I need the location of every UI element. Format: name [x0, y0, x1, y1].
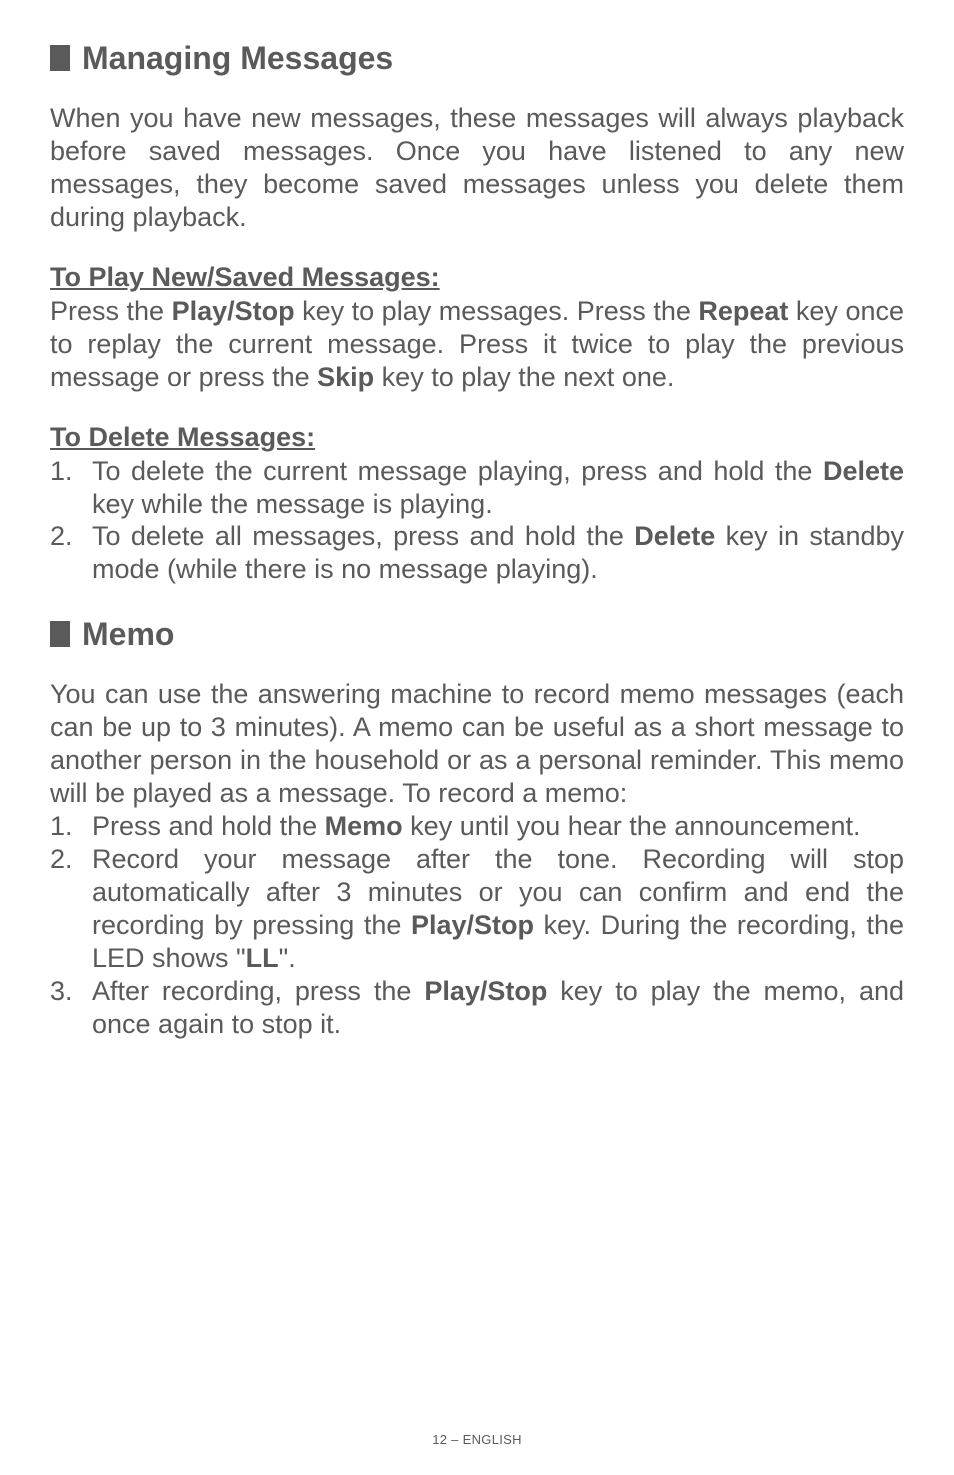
- sub-heading-play: To Play New/Saved Messages:: [50, 262, 904, 293]
- text-fragment: key to play messages. Press the: [295, 296, 699, 326]
- list-item: 2. To delete all messages, press and hol…: [50, 520, 904, 586]
- section-bullet-icon: [50, 621, 70, 647]
- key-label-play-stop: Play/Stop: [411, 910, 534, 940]
- list-number: 2.: [50, 520, 73, 553]
- sub-heading-delete: To Delete Messages:: [50, 422, 904, 453]
- key-label-play-stop: Play/Stop: [172, 296, 295, 326]
- list-item: 1. Press and hold the Memo key until you…: [50, 810, 904, 843]
- page-footer: 12 – ENGLISH: [0, 1432, 954, 1447]
- list-number: 1.: [50, 810, 73, 843]
- section-heading-memo: Memo: [50, 618, 904, 650]
- play-paragraph: Press the Play/Stop key to play messages…: [50, 295, 904, 394]
- list-number: 3.: [50, 975, 73, 1008]
- key-label-play-stop: Play/Stop: [424, 976, 547, 1006]
- text-fragment: ".: [279, 943, 296, 973]
- key-label-repeat: Repeat: [698, 296, 788, 326]
- intro-paragraph: When you have new messages, these messag…: [50, 102, 904, 234]
- text-fragment: To delete the current message playing, p…: [92, 456, 823, 486]
- section-bullet-icon: [50, 45, 70, 71]
- delete-list: 1. To delete the current message playing…: [50, 455, 904, 587]
- led-value: LL: [246, 943, 279, 973]
- key-label-skip: Skip: [317, 362, 374, 392]
- text-fragment: key while the message is playing.: [92, 489, 493, 519]
- key-label-delete: Delete: [634, 521, 715, 551]
- key-label-delete: Delete: [823, 456, 904, 486]
- text-fragment: Press the: [50, 296, 172, 326]
- memo-intro-paragraph: You can use the answering machine to rec…: [50, 678, 904, 810]
- list-number: 2.: [50, 843, 73, 876]
- memo-list: 1. Press and hold the Memo key until you…: [50, 810, 904, 1041]
- section-title: Managing Messages: [82, 42, 393, 74]
- text-fragment: After recording, press the: [92, 976, 424, 1006]
- section-title: Memo: [82, 618, 174, 650]
- list-item: 2. Record your message after the tone. R…: [50, 843, 904, 975]
- text-fragment: key until you hear the announcement.: [403, 811, 861, 841]
- list-number: 1.: [50, 455, 73, 488]
- text-fragment: key to play the next one.: [374, 362, 674, 392]
- text-fragment: Press and hold the: [92, 811, 325, 841]
- text-fragment: To delete all messages, press and hold t…: [92, 521, 634, 551]
- section-heading-managing-messages: Managing Messages: [50, 42, 904, 74]
- list-item: 3. After recording, press the Play/Stop …: [50, 975, 904, 1041]
- key-label-memo: Memo: [325, 811, 403, 841]
- list-item: 1. To delete the current message playing…: [50, 455, 904, 521]
